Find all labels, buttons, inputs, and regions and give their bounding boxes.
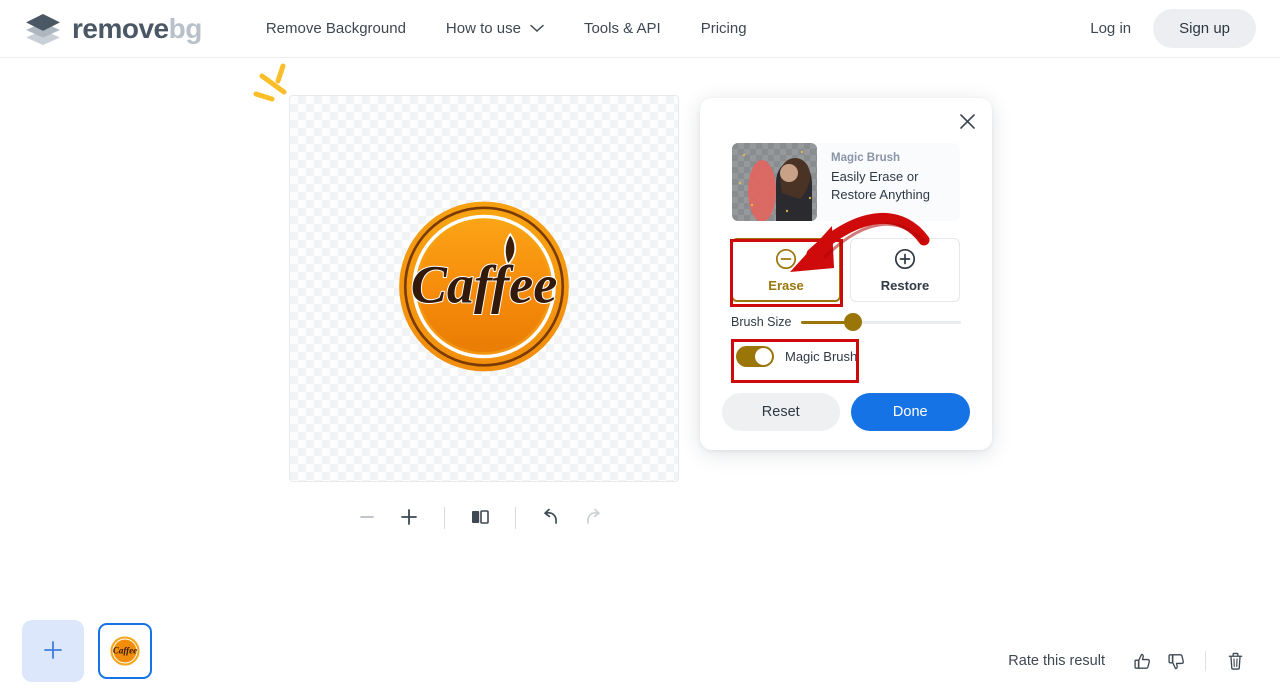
plus-icon	[400, 508, 418, 529]
reset-button[interactable]: Reset	[722, 393, 840, 431]
redo-arrow-icon	[583, 508, 603, 529]
add-image-button[interactable]	[22, 620, 84, 682]
canvas-toolbar	[330, 500, 630, 536]
minus-icon	[359, 509, 375, 528]
undo-button[interactable]	[530, 501, 572, 535]
nav-label: Tools & API	[583, 20, 661, 37]
circle-minus-icon	[775, 248, 797, 273]
thumbs-down-icon[interactable]	[1159, 646, 1193, 676]
redo-button[interactable]	[572, 501, 614, 535]
caffee-logo-image: Caffee	[397, 199, 572, 379]
trash-icon[interactable]	[1218, 646, 1252, 676]
rate-divider	[1205, 651, 1206, 671]
magic-brush-panel: Magic Brush Easily Erase or Restore Anyt…	[700, 98, 992, 450]
magic-brush-toggle[interactable]	[736, 346, 774, 367]
layers-diamond-icon	[24, 13, 62, 45]
plus-icon	[42, 639, 64, 664]
compare-split-icon	[470, 508, 490, 529]
erase-mode-button[interactable]: Erase	[731, 238, 841, 302]
brush-size-label: Brush Size	[731, 315, 792, 329]
nav-label: Remove Background	[265, 20, 406, 37]
brush-mode-group: Erase Restore	[731, 238, 960, 302]
svg-text:Caffee: Caffee	[411, 254, 558, 314]
nav-label: Pricing	[700, 20, 747, 37]
magic-brush-toggle-label: Magic Brush	[785, 349, 858, 364]
chevron-down-icon	[530, 24, 544, 33]
nav-how-to-use[interactable]: How to use	[426, 12, 564, 45]
toggle-knob	[755, 348, 772, 365]
magic-brush-promo: Magic Brush Easily Erase or Restore Anyt…	[732, 143, 960, 221]
promo-title: Magic Brush	[831, 152, 901, 164]
site-header: removebg Remove Background How to use To…	[0, 0, 1280, 58]
signup-button[interactable]: Sign up	[1153, 9, 1256, 48]
restore-mode-label: Restore	[880, 277, 930, 293]
nav-pricing[interactable]: Pricing	[681, 12, 767, 45]
brand-logo-link[interactable]: removebg	[24, 13, 202, 45]
promo-thumbnail-image	[732, 143, 817, 221]
thumbs-up-icon[interactable]	[1125, 646, 1159, 676]
brush-size-slider[interactable]	[801, 313, 961, 331]
undo-arrow-icon	[541, 508, 561, 529]
rate-result-bar: Rate this result	[1008, 646, 1252, 676]
nav-label: How to use	[445, 20, 521, 37]
toolbar-divider	[444, 507, 445, 529]
image-thumbnail-strip: Caffee	[22, 620, 152, 682]
slider-thumb[interactable]	[843, 313, 862, 331]
erase-mode-label: Erase	[768, 277, 804, 293]
circle-plus-icon	[894, 248, 916, 273]
nav-remove-background[interactable]: Remove Background	[246, 12, 426, 45]
header-actions: Log in Sign up	[1074, 9, 1256, 48]
toolbar-divider	[515, 507, 516, 529]
zoom-out-button[interactable]	[346, 501, 388, 535]
restore-mode-button[interactable]: Restore	[850, 238, 960, 302]
image-thumbnail-caffee[interactable]: Caffee	[98, 623, 152, 679]
done-button[interactable]: Done	[850, 393, 970, 431]
promo-subtitle: Easily Erase or Restore Anything	[831, 169, 931, 202]
main-nav: Remove Background How to use Tools & API…	[246, 12, 767, 45]
image-canvas-area[interactable]: Caffee	[289, 95, 679, 482]
compare-button[interactable]	[459, 501, 501, 535]
nav-tools-api[interactable]: Tools & API	[564, 12, 681, 45]
zoom-in-button[interactable]	[388, 501, 430, 535]
brush-size-control: Brush Size	[731, 313, 961, 331]
brand-name-primary: remove	[72, 12, 169, 44]
close-icon[interactable]	[952, 106, 982, 136]
svg-text:Caffee: Caffee	[113, 646, 137, 656]
panel-actions: Reset Done	[722, 393, 970, 431]
magic-brush-toggle-row: Magic Brush	[736, 346, 857, 367]
login-link[interactable]: Log in	[1074, 12, 1147, 45]
rate-result-label: Rate this result	[1008, 653, 1105, 669]
transparent-canvas[interactable]: Caffee	[289, 95, 679, 482]
remove-bg-editor-page: removebg Remove Background How to use To…	[0, 0, 1280, 700]
brand-name-secondary: bg	[168, 12, 203, 44]
